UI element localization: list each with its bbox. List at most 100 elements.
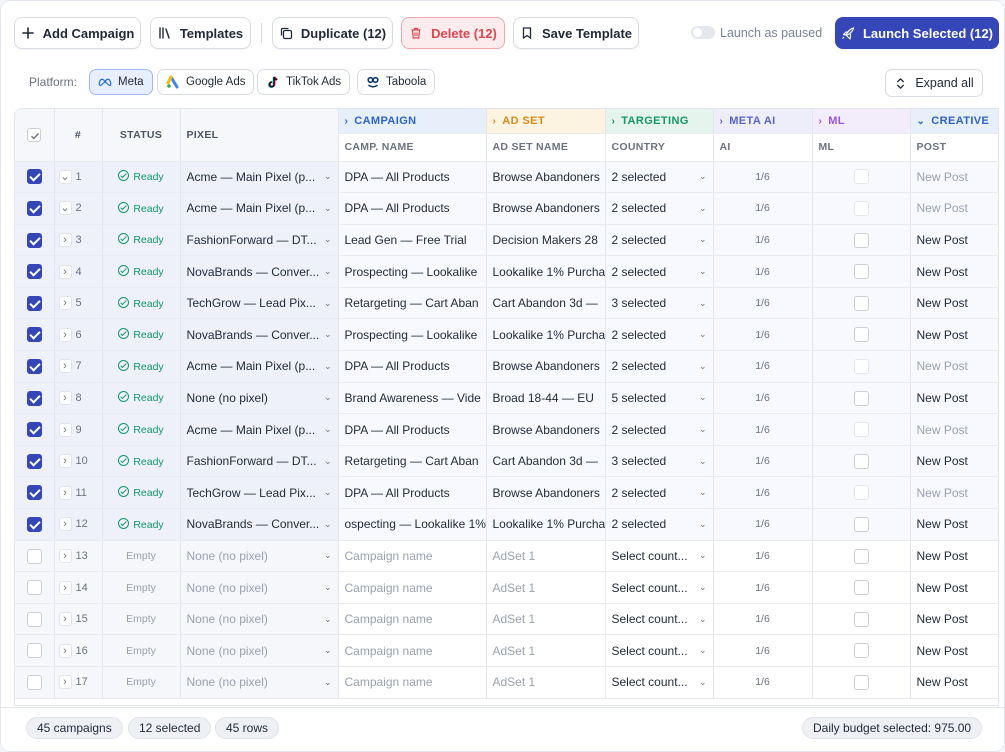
post-cell[interactable]: New Post: [910, 255, 998, 288]
ai-cell[interactable]: 1/6: [713, 161, 813, 194]
country-select[interactable]: Select count... ⌄: [605, 540, 714, 573]
country-select[interactable]: 2 selected ⌄: [605, 350, 714, 383]
table-row[interactable]: › 15 Empty None (no pixel) ⌄ Campaign name AdS…: [15, 603, 998, 636]
pixel-select[interactable]: None (no pixel) ⌄: [180, 540, 339, 573]
post-cell[interactable]: New Post: [910, 161, 998, 194]
adset-name-input[interactable]: Lookalike 1% Purcha: [486, 508, 606, 541]
post-cell[interactable]: New Post: [910, 634, 998, 667]
duplicate-button[interactable]: Duplicate (12): [272, 17, 393, 49]
expand-all-button[interactable]: Expand all: [885, 69, 983, 97]
table-row[interactable]: › 5 Ready TechGrow — Lead Pix... ⌄ Retargetin…: [15, 287, 998, 320]
platform-chip-google-ads[interactable]: Google Ads: [157, 69, 255, 95]
select-all-checkbox[interactable]: [27, 127, 42, 142]
ai-cell[interactable]: 1/6: [713, 603, 813, 636]
chevron-right-icon[interactable]: ›: [58, 485, 72, 500]
post-cell[interactable]: New Post: [910, 318, 998, 352]
table-row[interactable]: › 4 Ready NovaBrands — Conver... ⌄ Prospectin…: [15, 255, 998, 288]
country-select[interactable]: 3 selected ⌄: [605, 445, 714, 478]
ai-cell[interactable]: 1/6: [713, 571, 813, 604]
ai-cell[interactable]: 1/6: [713, 224, 813, 257]
table-row[interactable]: ⌄ 2 Ready Acme — Main Pixel (p... ⌄ DPA — All…: [15, 192, 998, 225]
campaign-name-input[interactable]: Campaign name: [338, 666, 487, 699]
pixel-select[interactable]: NovaBrands — Conver... ⌄: [180, 255, 339, 288]
table-row[interactable]: › 7 Ready Acme — Main Pixel (p... ⌄ DPA — All…: [15, 350, 998, 383]
column-header-ml[interactable]: ML: [812, 133, 911, 162]
campaign-name-input[interactable]: Campaign name: [338, 540, 487, 573]
group-header-targeting[interactable]: › TARGETING: [605, 109, 714, 134]
column-header-country[interactable]: COUNTRY: [605, 133, 714, 162]
row-checkbox[interactable]: [26, 201, 42, 217]
column-header-post[interactable]: POST: [910, 133, 998, 162]
post-cell[interactable]: New Post: [910, 382, 998, 415]
adset-name-input[interactable]: Browse Abandoners: [486, 350, 606, 383]
post-cell[interactable]: New Post: [910, 224, 998, 257]
save-template-button[interactable]: Save Template: [513, 17, 639, 49]
row-checkbox[interactable]: [26, 580, 42, 596]
column-header-camp-name[interactable]: CAMP. NAME: [338, 133, 487, 162]
table-row[interactable]: › 9 Ready Acme — Main Pixel (p... ⌄ DPA — All…: [15, 413, 998, 446]
platform-chip-meta[interactable]: Meta: [89, 69, 153, 95]
adset-name-input[interactable]: Decision Makers 28: [486, 224, 606, 257]
chevron-right-icon[interactable]: ›: [58, 548, 72, 563]
chevron-right-icon[interactable]: ›: [58, 454, 72, 469]
chevron-right-icon[interactable]: ›: [58, 296, 72, 311]
adset-name-input[interactable]: AdSet 1: [486, 666, 606, 699]
group-header-adset[interactable]: › AD SET: [486, 109, 606, 134]
chevron-right-icon[interactable]: ›: [58, 359, 72, 374]
row-checkbox[interactable]: [26, 232, 42, 248]
adset-name-input[interactable]: AdSet 1: [486, 540, 606, 573]
chevron-right-icon[interactable]: ›: [58, 422, 72, 437]
ai-cell[interactable]: 1/6: [713, 540, 813, 573]
pixel-select[interactable]: NovaBrands — Conver... ⌄: [180, 318, 339, 352]
chevron-right-icon[interactable]: ›: [58, 643, 72, 658]
table-row[interactable]: › 16 Empty None (no pixel) ⌄ Campaign name AdS…: [15, 634, 998, 667]
pixel-select[interactable]: None (no pixel) ⌄: [180, 634, 339, 667]
ai-cell[interactable]: 1/6: [713, 382, 813, 415]
ml-checkbox[interactable]: [853, 611, 869, 627]
pixel-select[interactable]: None (no pixel) ⌄: [180, 571, 339, 604]
ml-checkbox[interactable]: [853, 232, 869, 248]
ai-cell[interactable]: 1/6: [713, 192, 813, 225]
ml-checkbox[interactable]: [853, 516, 869, 532]
country-select[interactable]: Select count... ⌄: [605, 634, 714, 667]
chevron-down-icon[interactable]: ⌄: [58, 169, 72, 184]
post-cell[interactable]: New Post: [910, 540, 998, 573]
row-checkbox[interactable]: [26, 390, 42, 406]
ml-checkbox[interactable]: [853, 453, 869, 469]
ml-checkbox[interactable]: [853, 295, 869, 311]
row-checkbox[interactable]: [26, 643, 42, 659]
post-cell[interactable]: New Post: [910, 287, 998, 320]
ml-checkbox[interactable]: [853, 359, 869, 375]
adset-name-input[interactable]: Broad 18-44 — EU: [486, 382, 606, 415]
row-checkbox[interactable]: [26, 295, 42, 311]
campaign-name-input[interactable]: Campaign name: [338, 634, 487, 667]
adset-name-input[interactable]: Browse Abandoners: [486, 476, 606, 510]
campaign-name-input[interactable]: DPA — All Products: [338, 192, 487, 225]
column-header-pixel[interactable]: PIXEL: [180, 109, 339, 162]
country-select[interactable]: 2 selected ⌄: [605, 476, 714, 510]
country-select[interactable]: 5 selected ⌄: [605, 382, 714, 415]
chevron-right-icon[interactable]: ›: [58, 612, 72, 627]
chevron-right-icon[interactable]: ›: [58, 517, 72, 532]
column-header-adset-name[interactable]: AD SET NAME: [486, 133, 606, 162]
ai-cell[interactable]: 1/6: [713, 413, 813, 446]
adset-name-input[interactable]: Lookalike 1% Purcha: [486, 318, 606, 352]
campaign-name-input[interactable]: Retargeting — Cart Aban: [338, 445, 487, 478]
row-checkbox[interactable]: [26, 485, 42, 501]
chevron-right-icon[interactable]: ›: [58, 580, 72, 595]
platform-chip-tiktok-ads[interactable]: TikTok Ads: [257, 69, 351, 95]
pixel-select[interactable]: None (no pixel) ⌄: [180, 666, 339, 699]
table-row[interactable]: › 17 Empty None (no pixel) ⌄ Campaign name AdS…: [15, 666, 998, 699]
chevron-right-icon[interactable]: ›: [58, 232, 72, 247]
country-select[interactable]: 2 selected ⌄: [605, 413, 714, 446]
ml-checkbox[interactable]: [853, 264, 869, 280]
campaign-name-input[interactable]: Prospecting — Lookalike: [338, 318, 487, 352]
pixel-select[interactable]: None (no pixel) ⌄: [180, 603, 339, 636]
row-checkbox[interactable]: [26, 453, 42, 469]
country-select[interactable]: 2 selected ⌄: [605, 192, 714, 225]
campaign-name-input[interactable]: ospecting — Lookalike 1%: [338, 508, 487, 541]
ml-checkbox[interactable]: [853, 201, 869, 217]
group-header-campaign[interactable]: › CAMPAIGN: [338, 109, 487, 134]
adset-name-input[interactable]: Browse Abandoners: [486, 192, 606, 225]
adset-name-input[interactable]: AdSet 1: [486, 603, 606, 636]
